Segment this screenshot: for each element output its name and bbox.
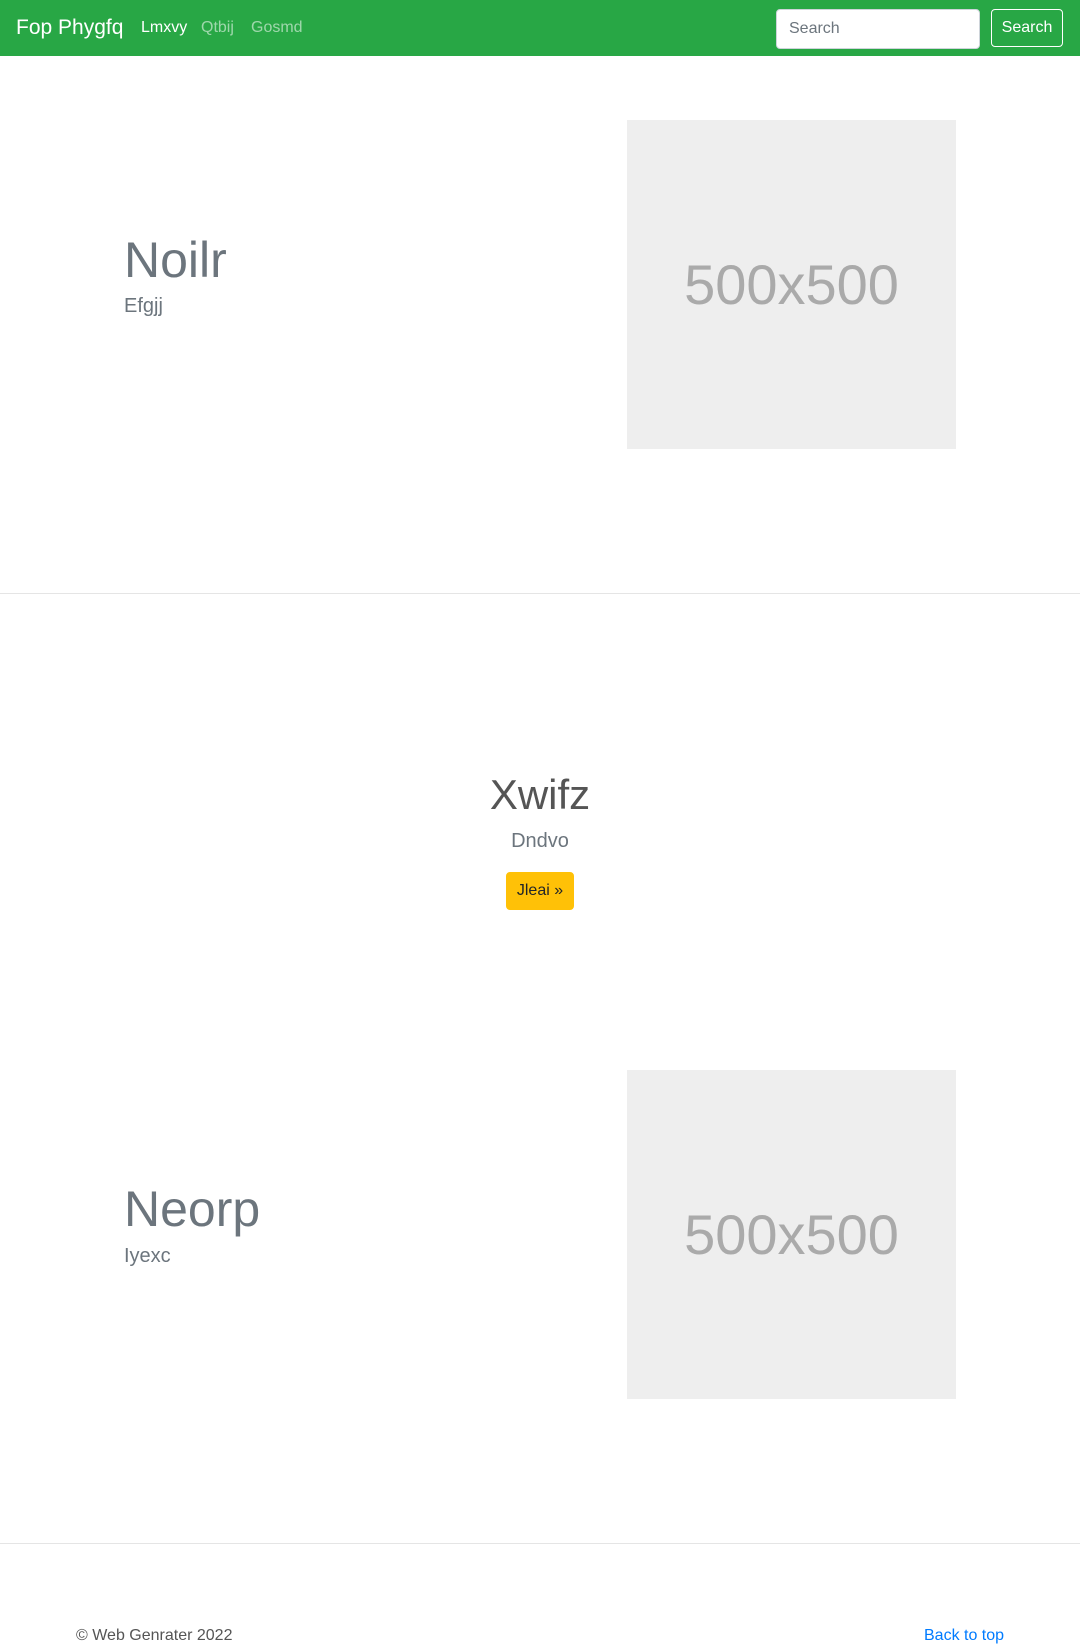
section-divider-2 [0,1543,1080,1544]
feature-image-label-2: 500x500 [684,1203,899,1266]
feature-title-2: Neorp [124,1181,261,1237]
search-input[interactable] [776,9,980,49]
feature-image-label-1: 500x500 [684,253,899,316]
feature-image-1: 500x500 [627,120,956,449]
feature-image-2: 500x500 [627,1070,956,1399]
back-to-top-link[interactable]: Back to top [924,1625,1004,1647]
feature-subtitle-1: Efgjj [124,295,163,317]
navbar: Fop Phygfq Lmxvy Qtbij Gosmd Search [0,0,1080,56]
center-title: Xwifz [489,771,591,818]
search-button[interactable]: Search [991,9,1063,47]
footer-copyright: © Web Genrater 2022 [76,1627,233,1644]
feature-title-1: Noilr [124,232,227,288]
feature-subtitle-2: Iyexc [124,1245,171,1267]
brand-link[interactable]: Fop Phygfq [16,13,123,43]
nav-link-qtbij[interactable]: Qtbij [201,17,234,39]
section-divider-1 [0,593,1080,594]
center-subtitle: Dndvo [511,830,569,852]
nav-link-gosmd[interactable]: Gosmd [251,17,303,39]
cta-button[interactable]: Jleai » [506,872,574,910]
nav-link-lmxvy[interactable]: Lmxvy [141,17,187,39]
